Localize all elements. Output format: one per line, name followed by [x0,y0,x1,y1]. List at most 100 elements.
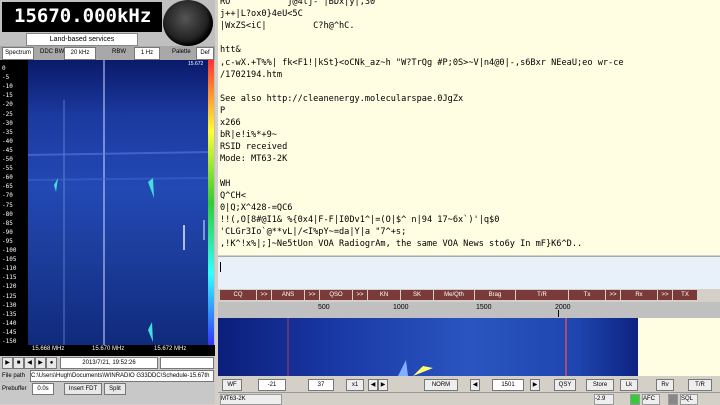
db-tick: -95 [2,237,13,245]
frequency-display[interactable]: 15670.000kHz [2,2,162,32]
macro-button[interactable]: SK [401,290,433,300]
insert-fdt-button[interactable]: Insert FDT [64,383,102,395]
freq-tick: 15.670 MHz [92,346,125,352]
receive-text-pane[interactable]: RO j@4lj-^|BDx|y|,30 j++|L?ox0}4eU<5C |WxZ… [218,0,720,255]
receive-line: bR|e!i%*+9~ [220,130,277,141]
receive-line: |WxZS<iC| C?h@^hC. [220,21,355,32]
macro-button[interactable]: T/R [516,290,568,300]
file-path-label: File path [2,373,26,379]
receive-line: 'CLGr3Io`@**vL|/<I%pY~=da|Y|a "7^+s; [220,226,407,237]
spectrogram[interactable]: 15.672 [28,60,212,345]
receive-line: Q^CH< [220,190,246,201]
db-tick: -80 [2,210,13,218]
wf-tick: 500 [318,304,330,311]
receive-line: j++|L?ox0}4eU<5C [220,9,303,20]
db-tick: -120 [2,283,17,291]
macro-button[interactable]: >> [305,290,319,300]
file-path-field[interactable]: C:\Users\Hugh\Documents\WINRADIO G33DDC\… [30,370,214,382]
rbw-label: RBW [112,49,126,55]
reverse-button[interactable]: Rv [656,379,674,391]
prebuffer-select[interactable]: 0.0s [32,383,54,395]
forward-icon[interactable]: ▶ [35,357,46,369]
macro-button[interactable]: Brag [475,290,515,300]
norm-button[interactable]: NORM [424,379,458,391]
db-tick: -100 [2,247,17,254]
carrier-freq-field[interactable]: 1501 [492,379,524,391]
waterfall-side-pane [638,318,720,376]
tuning-knob[interactable] [163,0,213,46]
qsy-button[interactable]: QSY [554,379,576,391]
afc-button[interactable]: AFC [642,394,660,405]
lock-button[interactable]: Lk [620,379,638,391]
frequency-scale: 15.668 MHz 15.670 MHz 15.672 MHz [0,345,215,356]
receive-line: P [220,105,226,116]
receive-line: !!(,O[8#@I1& %{0x4|F-F|I0Dv1^|=(O|$^ n|9… [220,214,500,225]
ref-level-spinner[interactable]: -21 [258,379,286,391]
slow-left-icon[interactable]: ◀ [368,379,378,391]
db-tick: -105 [2,256,17,264]
playback-controls: ▶ ■ ◀ ▶ ● 2013/7/21, 19:52:26 [0,356,215,369]
rbw-select[interactable]: 1 Hz [134,47,160,60]
wf-button[interactable]: WF [222,379,242,391]
db-tick: -135 [2,310,17,318]
play-icon[interactable]: ▶ [2,357,13,369]
macro-button[interactable]: >> [257,290,271,300]
macro-button[interactable]: >> [658,290,672,300]
macro-button[interactable]: QSO [320,290,352,300]
db-tick: -90 [2,228,13,236]
sql-button[interactable]: SQL [680,394,698,405]
waterfall[interactable] [218,318,638,376]
db-tick: -70 [2,192,13,200]
mode-indicator[interactable]: MT63-2K [220,394,282,405]
db-tick: -30 [2,119,13,127]
db-tick: -5 [2,74,10,82]
palette-select[interactable]: Def [196,47,214,60]
store-button[interactable]: Store [586,379,614,391]
range-spinner[interactable]: 37 [308,379,334,391]
db-tick: -115 [2,274,17,282]
macro-button[interactable]: CQ [220,290,256,300]
db-tick: -110 [2,265,17,273]
macro-button[interactable]: >> [606,290,620,300]
db-tick: -140 [2,319,17,327]
receive-line: 0|Q;X^428-=QC6 [220,202,293,213]
record-icon[interactable]: ● [46,357,57,369]
db-tick: -130 [2,301,17,309]
receive-line: Mode: MT63-2K [220,154,288,165]
frequency-value: 15670.000kHz [14,5,152,27]
receive-line: RSID received [220,142,288,153]
carrier-right-icon[interactable]: ▶ [530,379,540,391]
slow-right-icon[interactable]: ▶ [378,379,388,391]
macro-button[interactable]: Tx [569,290,605,300]
receive-line: htt& [220,45,241,56]
position-slider[interactable] [160,357,214,369]
s2n-value: -2.9 [594,394,614,405]
transmit-text-pane[interactable] [218,256,720,289]
corner-readout: 15.672 [188,61,204,67]
macro-button[interactable]: Rx [621,290,657,300]
palette-label: Palette [172,49,191,55]
rewind-icon[interactable]: ◀ [24,357,35,369]
sql-led [668,394,678,405]
ddc-bw-label: DDC BW [40,49,65,55]
macro-button[interactable]: TX [673,290,697,300]
tr-button[interactable]: T/R [688,379,712,391]
db-tick: -75 [2,201,13,209]
macro-button[interactable]: ANS [272,290,304,300]
stop-icon[interactable]: ■ [13,357,24,369]
split-button[interactable]: Split [104,383,126,395]
macro-button[interactable]: Me/Qth [434,290,474,300]
db-scale: 0 -5 -10 -15 -20 -25 -30 -35 -40 -45 -50 -55 -60 -65-… [0,60,28,345]
waterfall-traces [287,318,567,376]
macro-button[interactable]: KN [368,290,400,300]
macro-bar: CQ >> ANS >> QSO >> KN SK Me/Qth Brag T/R Tx >> Rx >> T… [218,289,720,301]
carrier-left-icon[interactable]: ◀ [470,379,480,391]
zoom-button[interactable]: x1 [346,379,364,391]
db-tick: -50 [2,156,13,163]
db-tick: -125 [2,292,17,300]
status-bar: MT63-2K -2.9 AFC SQL [218,392,720,405]
db-tick: 0 [2,65,6,72]
macro-button[interactable]: >> [353,290,367,300]
ddc-bw-select[interactable]: 20 kHz [64,47,96,60]
spectrum-tab[interactable]: Spectrum [2,47,34,60]
